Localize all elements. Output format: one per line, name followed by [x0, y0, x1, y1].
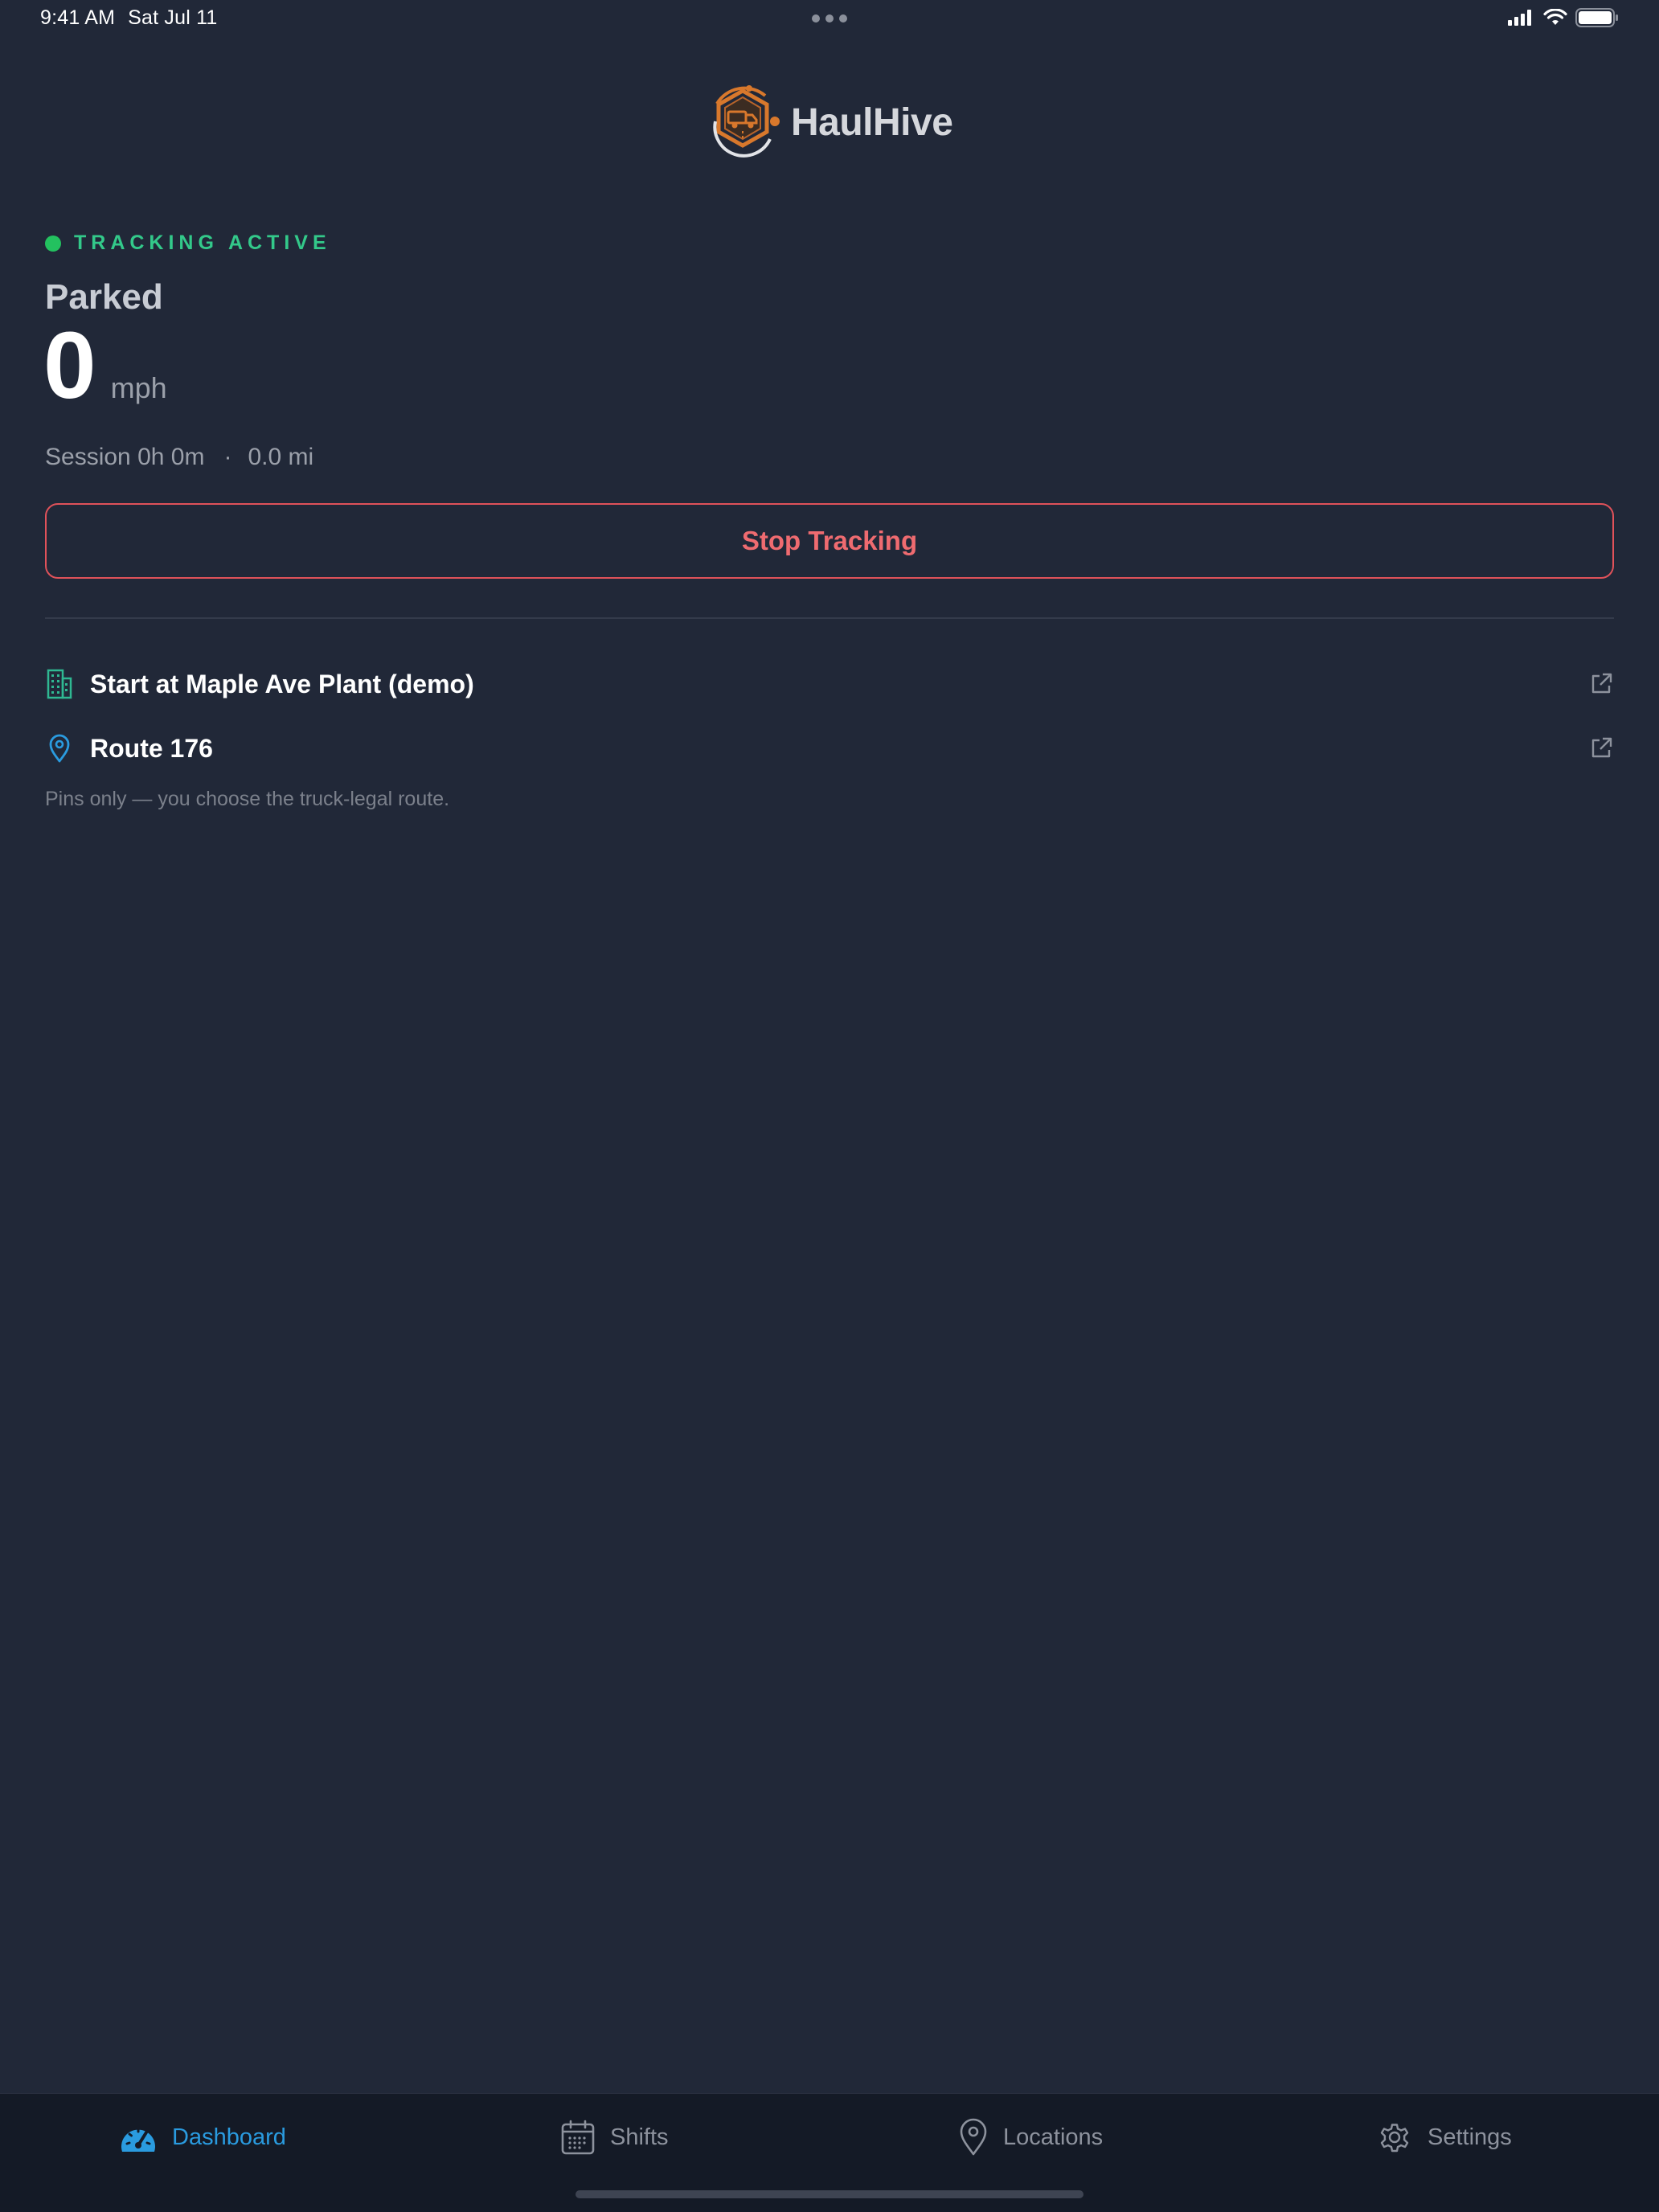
multitasking-dots-icon[interactable]: [812, 14, 847, 23]
external-link-icon[interactable]: [1588, 735, 1614, 761]
speed-readout: 0 mph: [43, 318, 167, 413]
status-time-date: 9:41 AM Sat Jul 11: [40, 6, 217, 30]
haulhive-logo-icon: [713, 84, 780, 158]
destination-label: Route 176: [90, 733, 213, 763]
tracking-status-label: TRACKING ACTIVE: [74, 231, 331, 254]
status-indicators: [1508, 8, 1619, 27]
vehicle-state: Parked: [45, 277, 163, 317]
map-pin-icon: [960, 2118, 987, 2156]
external-link-icon[interactable]: [1588, 671, 1614, 697]
session-separator: ·: [223, 444, 232, 470]
tab-shifts[interactable]: Shifts: [560, 2115, 669, 2160]
speed-unit: mph: [110, 371, 167, 404]
home-indicator[interactable]: [576, 2190, 1083, 2198]
session-distance: 0.0 mi: [248, 444, 314, 470]
destination-row-route[interactable]: Route 176: [45, 726, 1614, 771]
tab-bar: Dashboard Shifts Locations Settings: [0, 2093, 1659, 2212]
tab-settings[interactable]: Settings: [1376, 2115, 1512, 2160]
tab-label: Settings: [1428, 2124, 1512, 2150]
gear-icon: [1380, 2124, 1409, 2153]
app-logo: HaulHive: [701, 80, 953, 165]
tab-dashboard[interactable]: Dashboard: [119, 2115, 286, 2160]
battery-icon: [1575, 8, 1618, 27]
destination-row-start[interactable]: Start at Maple Ave Plant (demo): [45, 662, 1614, 707]
tab-label: Dashboard: [172, 2124, 286, 2150]
status-time: 9:41 AM: [40, 6, 116, 29]
app-screen: 9:41 AM Sat Jul 11 HaulHive TRACKING ACT…: [0, 0, 1659, 2212]
status-bar: 9:41 AM Sat Jul 11: [0, 0, 1659, 39]
tab-label: Shifts: [610, 2124, 669, 2150]
app-name: HaulHive: [791, 101, 953, 144]
map-pin-icon: [45, 732, 74, 764]
tracking-status: TRACKING ACTIVE: [45, 231, 331, 255]
session-summary: Session 0h 0m · 0.0 mi: [45, 444, 313, 471]
route-hint: Pins only — you choose the truck-legal r…: [45, 788, 450, 810]
divider: [45, 617, 1614, 619]
status-dot-icon: [45, 235, 61, 252]
wifi-icon: [1543, 9, 1567, 25]
speed-value: 0: [43, 313, 96, 419]
session-duration: Session 0h 0m: [45, 444, 205, 470]
speedometer-icon: [121, 2128, 155, 2152]
destination-label: Start at Maple Ave Plant (demo): [90, 669, 474, 698]
tab-locations[interactable]: Locations: [958, 2115, 1103, 2160]
calendar-icon: [561, 2120, 595, 2155]
tab-label: Locations: [1003, 2124, 1104, 2150]
status-date: Sat Jul 11: [128, 6, 218, 29]
stop-tracking-button[interactable]: Stop Tracking: [45, 503, 1614, 579]
building-icon: [45, 668, 74, 700]
signal-icon: [1508, 10, 1531, 26]
